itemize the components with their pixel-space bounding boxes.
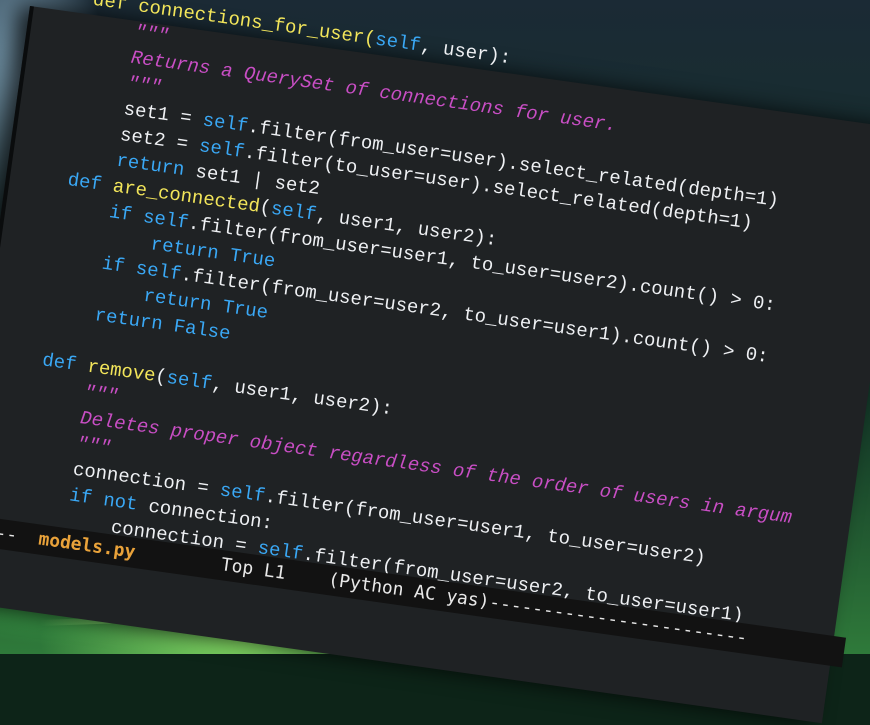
modeline-position: Top L1 <box>219 554 287 584</box>
code-token: def <box>40 349 78 376</box>
code-token: if <box>100 252 127 278</box>
code-token: self <box>373 28 423 57</box>
code-token: def <box>66 169 104 196</box>
editor-window: def connections_for_user(self, user): ""… <box>0 0 870 724</box>
code-token: self <box>165 366 214 395</box>
code-token: if <box>107 201 134 227</box>
